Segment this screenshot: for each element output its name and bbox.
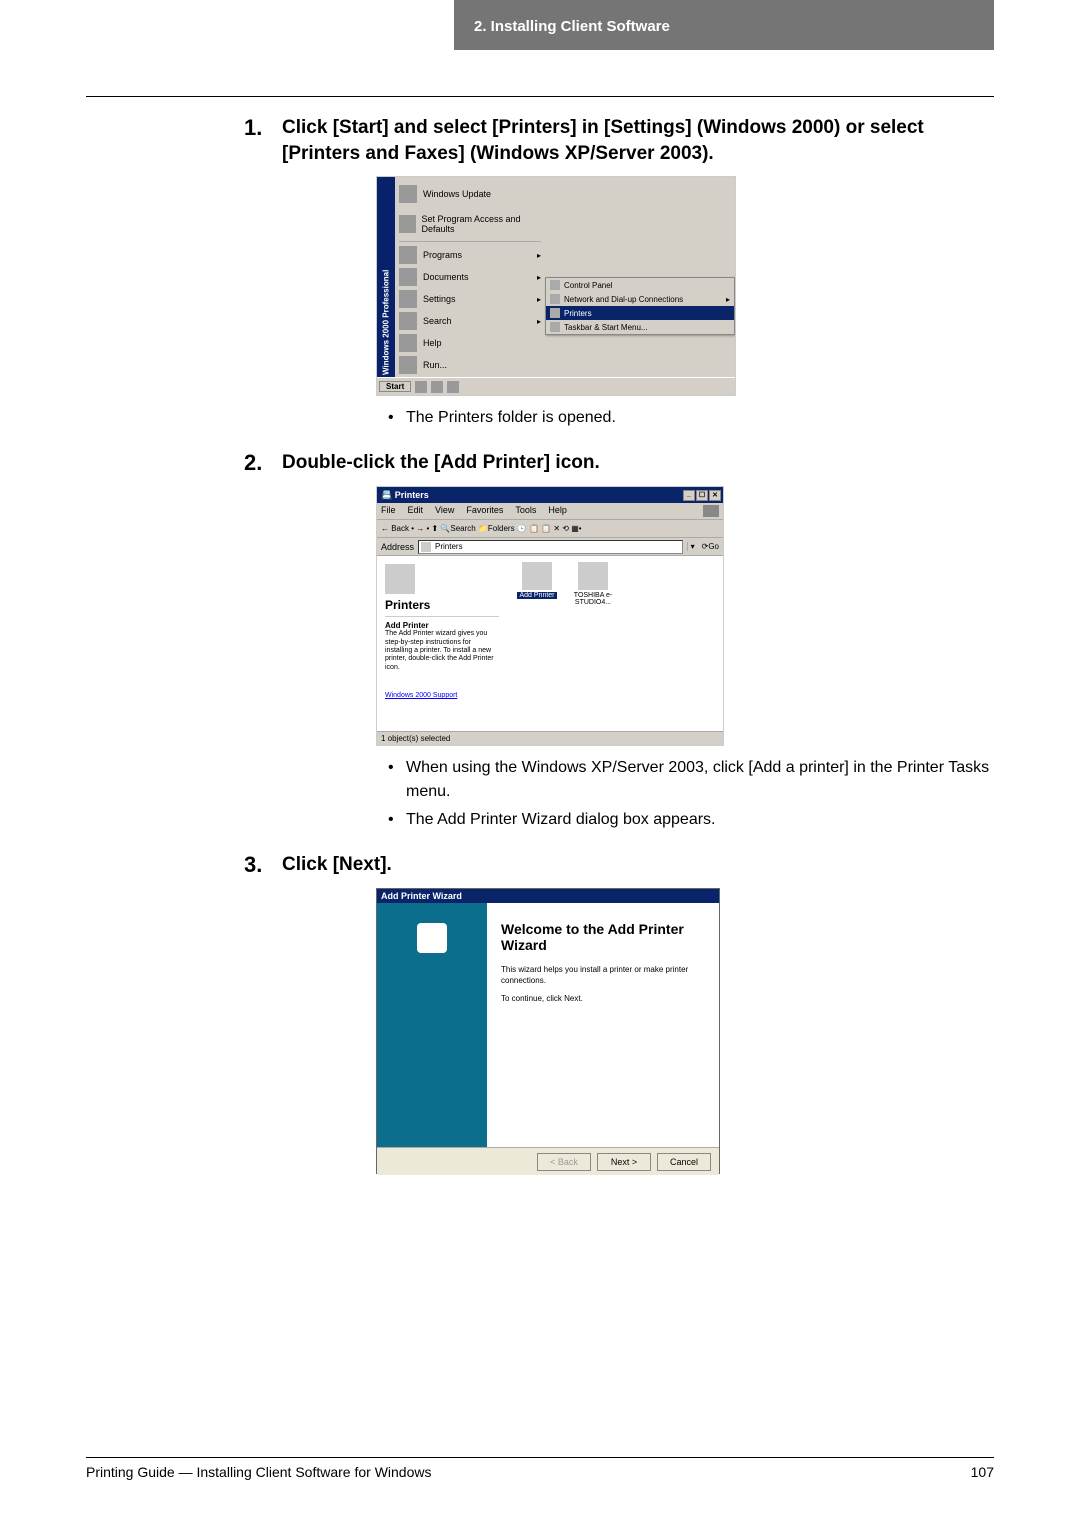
add-printer-icon[interactable]: Add Printer xyxy=(513,562,561,725)
menu-edit[interactable]: Edit xyxy=(408,505,424,517)
add-printer-wizard-screenshot: Add Printer Wizard Welcome to the Add Pr… xyxy=(376,888,720,1174)
run-icon xyxy=(399,356,417,374)
page-footer: Printing Guide — Installing Client Softw… xyxy=(86,1457,994,1480)
top-divider xyxy=(86,96,994,97)
menu-tools[interactable]: Tools xyxy=(515,505,536,517)
taskbar-settings-icon xyxy=(550,322,560,332)
start-item-run[interactable]: Run... xyxy=(395,354,545,376)
printers-folder-icon: 📇 xyxy=(381,490,392,500)
start-item-windows-update[interactable]: Windows Update xyxy=(395,179,545,209)
window-titlebar: 📇 Printers _ ☐ ✕ xyxy=(377,487,723,503)
wizard-titlebar: Add Printer Wizard xyxy=(377,889,719,903)
step-title: Click [Start] and select [Printers] in [… xyxy=(274,115,994,166)
printer-wizard-icon xyxy=(417,923,447,953)
next-button[interactable]: Next > xyxy=(597,1153,651,1171)
step-2: 2. Double-click the [Add Printer] icon. … xyxy=(86,450,994,832)
address-input[interactable]: Printers xyxy=(418,540,683,554)
step-title: Double-click the [Add Printer] icon. xyxy=(274,450,994,476)
quick-launch-icon[interactable] xyxy=(431,381,443,393)
submenu-arrow-icon: ▸ xyxy=(537,273,541,282)
start-item-help[interactable]: Help xyxy=(395,332,545,354)
bullet-item: • When using the Windows XP/Server 2003,… xyxy=(386,756,994,804)
wizard-text: To continue, click Next. xyxy=(501,994,705,1004)
start-item-documents[interactable]: Documents▸ xyxy=(395,266,545,288)
submenu-printers[interactable]: Printers xyxy=(546,306,734,320)
cancel-button[interactable]: Cancel xyxy=(657,1153,711,1171)
help-icon xyxy=(399,334,417,352)
wizard-content: Welcome to the Add Printer Wizard This w… xyxy=(487,903,719,1147)
toolbar[interactable]: ← Back • → • ⬆ 🔍Search 📁Folders 🕒 📋 📋 ✕ … xyxy=(377,520,723,538)
submenu-arrow-icon: ▸ xyxy=(537,317,541,326)
address-bar: Address Printers ▾ ⟳Go xyxy=(377,538,723,556)
printer-toshiba[interactable]: TOSHIBA e-STUDIO4... xyxy=(569,562,617,725)
search-icon xyxy=(399,312,417,330)
menu-favorites[interactable]: Favorites xyxy=(466,505,503,517)
back-button: < Back xyxy=(537,1153,591,1171)
submenu-arrow-icon: ▸ xyxy=(537,251,541,260)
header-title: 2. Installing Client Software xyxy=(474,18,670,35)
start-item-programs[interactable]: Programs▸ xyxy=(395,244,545,266)
address-dropdown[interactable]: ▾ xyxy=(687,542,698,551)
printers-folder-icon xyxy=(385,564,415,594)
folder-info-panel: Printers Add Printer The Add Printer wiz… xyxy=(377,556,507,731)
menu-view[interactable]: View xyxy=(435,505,454,517)
submenu-arrow-icon: ▸ xyxy=(537,295,541,304)
printer-device-icon xyxy=(578,562,608,590)
start-menu-screenshot: Windows 2000 Professional Windows Update… xyxy=(376,176,736,396)
step-1: 1. Click [Start] and select [Printers] i… xyxy=(86,115,994,430)
bullet-item: • The Printers folder is opened. xyxy=(386,406,994,430)
bullet-item: • The Add Printer Wizard dialog box appe… xyxy=(386,808,994,832)
windows-flag-icon xyxy=(703,505,719,517)
menu-file[interactable]: File xyxy=(381,505,396,517)
status-bar: 1 object(s) selected xyxy=(377,731,723,745)
selected-item-name: Add Printer xyxy=(385,621,499,630)
settings-icon xyxy=(399,290,417,308)
page-number: 107 xyxy=(971,1464,994,1480)
start-menu-banner: Windows 2000 Professional xyxy=(377,177,395,379)
quick-launch-icon[interactable] xyxy=(415,381,427,393)
windows-update-icon xyxy=(399,185,417,203)
wizard-heading: Welcome to the Add Printer Wizard xyxy=(501,921,705,953)
submenu-taskbar[interactable]: Taskbar & Start Menu... xyxy=(546,320,734,334)
window-menubar: File Edit View Favorites Tools Help xyxy=(377,503,723,520)
printers-folder-screenshot: 📇 Printers _ ☐ ✕ File Edit View Favorite… xyxy=(376,486,724,746)
submenu-network[interactable]: Network and Dial-up Connections▸ xyxy=(546,292,734,306)
printers-icon xyxy=(550,308,560,318)
folder-content: Add Printer TOSHIBA e-STUDIO4... xyxy=(507,556,723,731)
page-header: 2. Installing Client Software xyxy=(454,0,994,50)
start-item-search[interactable]: Search▸ xyxy=(395,310,545,332)
submenu-arrow-icon: ▸ xyxy=(726,295,730,304)
support-link[interactable]: Windows 2000 Support xyxy=(385,692,499,699)
step-number: 3. xyxy=(244,852,274,878)
content-area: 1. Click [Start] and select [Printers] i… xyxy=(0,0,1080,1174)
start-item-program-access[interactable]: Set Program Access and Defaults xyxy=(395,209,545,239)
start-button[interactable]: Start xyxy=(379,381,411,392)
submenu-control-panel[interactable]: Control Panel xyxy=(546,278,734,292)
selected-item-desc: The Add Printer wizard gives you step-by… xyxy=(385,630,499,672)
wizard-button-row: < Back Next > Cancel xyxy=(377,1147,719,1175)
step-number: 1. xyxy=(244,115,274,141)
settings-submenu: Control Panel Network and Dial-up Connec… xyxy=(545,277,735,335)
network-icon xyxy=(550,294,560,304)
documents-icon xyxy=(399,268,417,286)
maximize-button[interactable]: ☐ xyxy=(696,490,708,501)
quick-launch-icon[interactable] xyxy=(447,381,459,393)
programs-icon xyxy=(399,246,417,264)
minimize-button[interactable]: _ xyxy=(683,490,695,501)
wizard-sidebar xyxy=(377,903,487,1147)
step-title: Click [Next]. xyxy=(274,852,994,878)
menu-help[interactable]: Help xyxy=(548,505,567,517)
step-3: 3. Click [Next]. Add Printer Wizard Welc… xyxy=(86,852,994,1174)
program-access-icon xyxy=(399,215,416,233)
step-number: 2. xyxy=(244,450,274,476)
footer-left: Printing Guide — Installing Client Softw… xyxy=(86,1464,431,1480)
close-button[interactable]: ✕ xyxy=(709,490,721,501)
start-item-settings[interactable]: Settings▸ xyxy=(395,288,545,310)
control-panel-icon xyxy=(550,280,560,290)
go-button[interactable]: ⟳Go xyxy=(698,542,723,551)
wizard-text: This wizard helps you install a printer … xyxy=(501,965,705,986)
add-printer-glyph-icon xyxy=(522,562,552,590)
taskbar: Start xyxy=(377,377,735,395)
